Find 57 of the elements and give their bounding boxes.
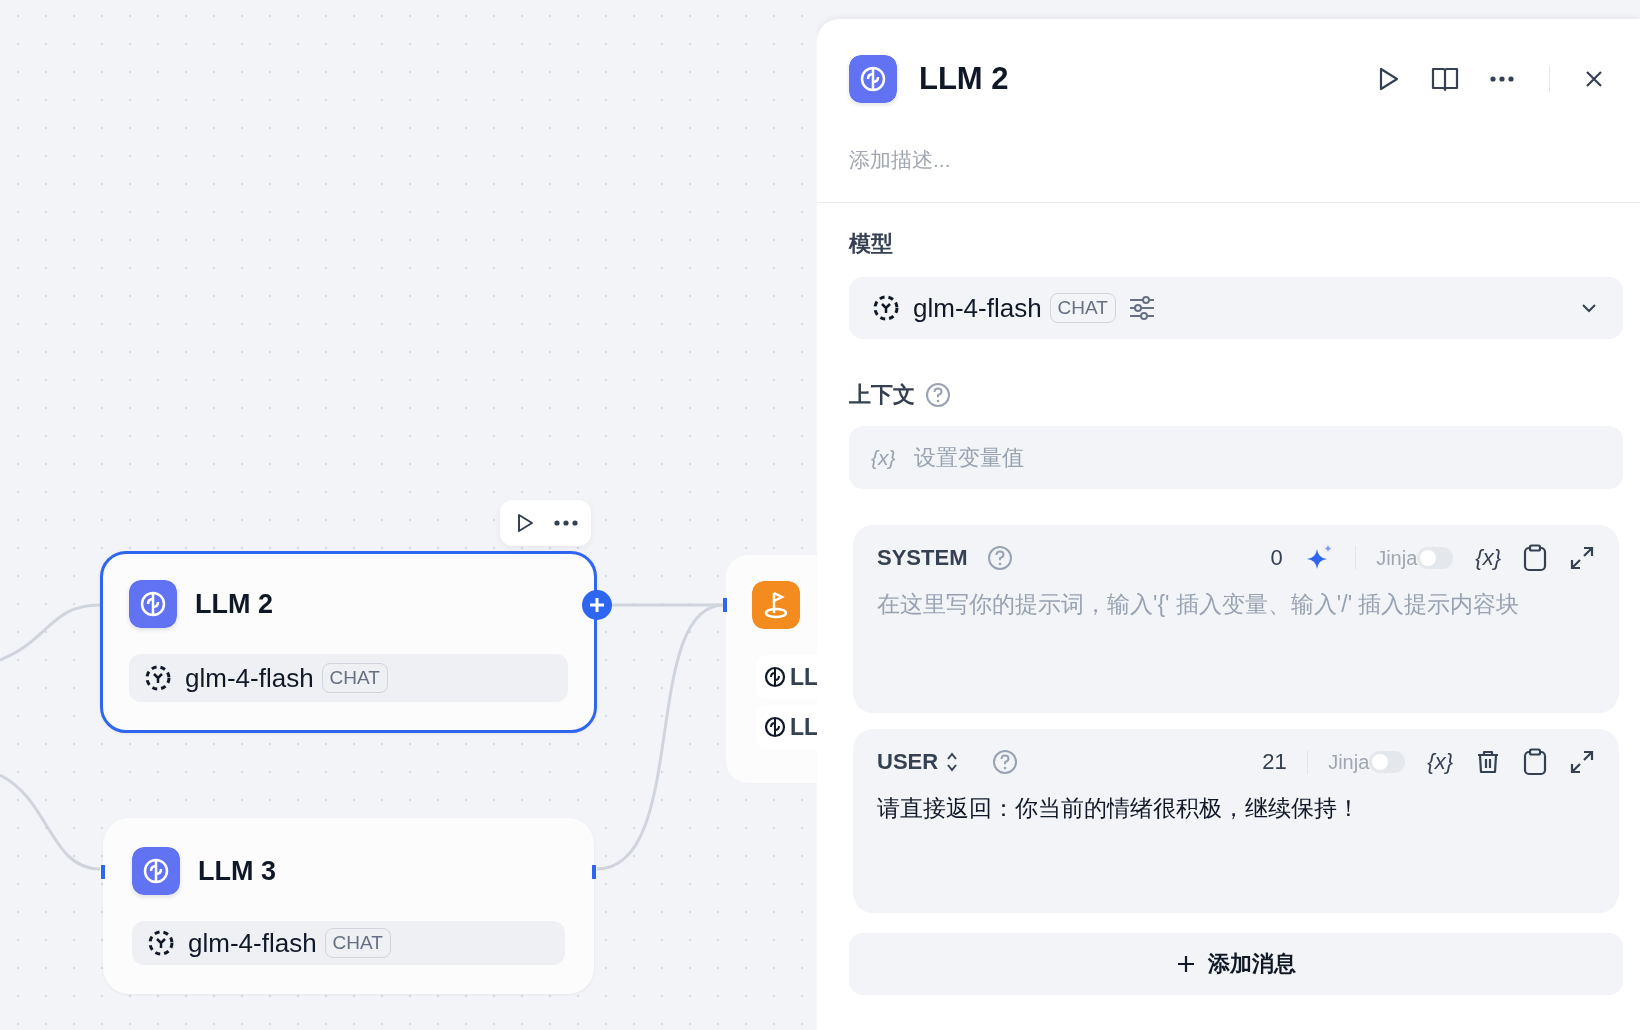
clipboard-icon[interactable] (1523, 544, 1547, 572)
expand-icon[interactable] (1569, 545, 1595, 571)
chevron-down-icon (1581, 303, 1597, 313)
flag-icon (752, 581, 800, 629)
node-title: LLM 3 (198, 855, 276, 887)
insert-variable-button[interactable]: {x} (1427, 749, 1453, 775)
sliders-icon[interactable] (1127, 295, 1156, 321)
jinja-toggle[interactable] (1369, 751, 1406, 773)
model-name: glm-4-flash (188, 927, 317, 959)
more-icon[interactable] (1488, 75, 1515, 83)
prompt-text[interactable]: 请直接返回：你当前的情绪很积极，继续保持！ (877, 791, 1595, 826)
more-icon[interactable] (552, 519, 579, 527)
role-label: SYSTEM (877, 545, 968, 571)
panel-title: LLM 2 (919, 61, 1009, 97)
close-icon[interactable] (1584, 69, 1604, 89)
role-label[interactable]: USER (877, 749, 939, 775)
mode-badge: CHAT (324, 928, 391, 958)
trash-icon[interactable] (1475, 749, 1501, 775)
model-icon (871, 293, 901, 323)
workflow-node[interactable]: LL LL (726, 555, 817, 783)
model-select[interactable]: glm-4-flash CHAT (849, 277, 1623, 339)
node-title: LLM 2 (195, 588, 273, 620)
book-icon[interactable] (1430, 66, 1459, 92)
sort-caret-icon[interactable] (946, 751, 959, 773)
character-count: 21 (1262, 749, 1287, 775)
character-count: 0 (1270, 545, 1283, 571)
section-label: 模型 (849, 230, 894, 258)
insert-variable-button[interactable]: {x} (1475, 545, 1501, 571)
brain-icon (764, 666, 786, 688)
model-name: glm-4-flash (913, 292, 1042, 324)
mode-badge: CHAT (1049, 293, 1116, 323)
expand-icon[interactable] (1569, 749, 1595, 775)
jinja-label: Jinja (1328, 750, 1370, 774)
connection-handle[interactable] (723, 598, 727, 612)
brain-icon (849, 55, 897, 103)
variable-icon: {x} (871, 445, 896, 470)
mode-badge: CHAT (321, 663, 388, 693)
field-placeholder: 设置变量值 (913, 443, 1024, 472)
section-label: 上下文 (849, 381, 915, 409)
description-field[interactable]: 添加描述... (849, 148, 1149, 172)
add-message-button[interactable]: 添加消息 (849, 933, 1623, 995)
model-name: glm-4-flash (185, 662, 314, 694)
brain-icon (764, 716, 786, 738)
model-icon (146, 928, 176, 958)
workflow-node[interactable]: LLM 2 glm-4-flash CHAT (100, 551, 597, 733)
connection-handle[interactable] (592, 865, 596, 879)
help-icon[interactable] (925, 382, 951, 408)
model-icon (143, 663, 173, 693)
connection-handle[interactable] (101, 865, 105, 879)
add-handle-icon[interactable] (581, 589, 613, 621)
brain-icon (129, 580, 177, 628)
brain-icon (132, 847, 180, 895)
plus-icon (1176, 954, 1196, 974)
jinja-label: Jinja (1376, 546, 1418, 570)
workflow-node[interactable]: LLM 3 glm-4-flash CHAT (103, 818, 594, 994)
clipboard-icon[interactable] (1523, 748, 1547, 776)
jinja-toggle[interactable] (1417, 547, 1454, 569)
